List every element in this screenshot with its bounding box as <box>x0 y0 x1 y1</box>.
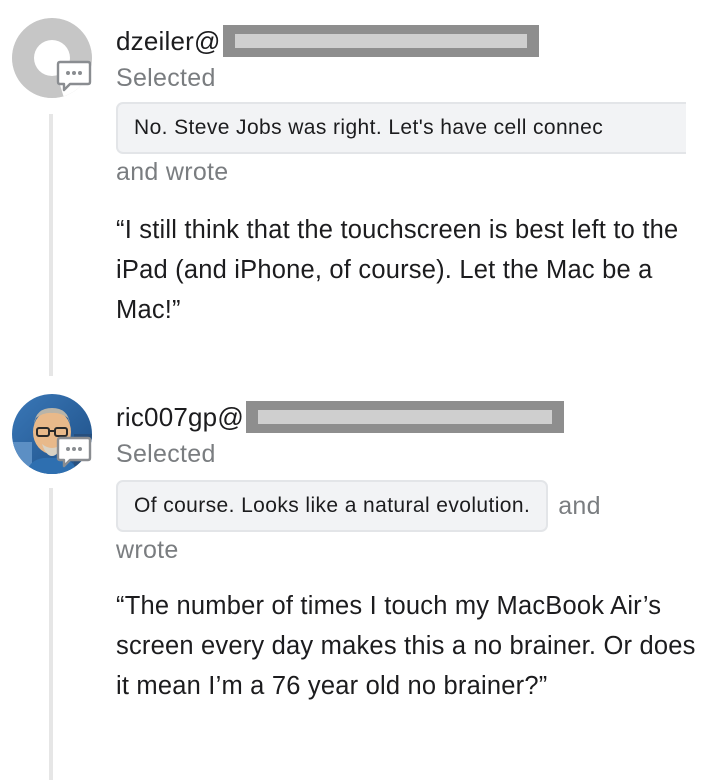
thread-line <box>49 488 53 780</box>
redacted-email <box>222 25 539 57</box>
comment-feed: dzeiler@ Selected No. Steve Jobs was rig… <box>0 0 722 780</box>
selected-label: Selected <box>116 440 216 468</box>
wrote-label: wrote <box>116 536 179 564</box>
username[interactable]: dzeiler@ <box>116 26 221 57</box>
comment-body: “I still think that the touchscreen is b… <box>116 216 679 324</box>
username[interactable]: ric007gp@ <box>116 402 244 433</box>
and-label: and <box>558 491 601 520</box>
comment-entry: ric007gp@ Selected Of course. Looks like… <box>0 376 722 780</box>
quoted-selection[interactable]: No. Steve Jobs was right. Let's have cel… <box>116 102 686 154</box>
speech-bubble-icon <box>56 60 92 92</box>
comment-body: “The number of times I touch my MacBook … <box>116 592 696 700</box>
username-row: ric007gp@ <box>116 400 564 434</box>
selected-label: Selected <box>116 64 216 92</box>
speech-bubble-icon <box>56 436 92 468</box>
comment-entry: dzeiler@ Selected No. Steve Jobs was rig… <box>0 0 722 376</box>
quoted-selection[interactable]: Of course. Looks like a natural evolutio… <box>116 480 549 532</box>
username-row: dzeiler@ <box>116 24 539 58</box>
thread-line <box>49 114 53 376</box>
and-wrote-label: and wrote <box>116 158 229 186</box>
redacted-email <box>245 401 564 433</box>
quoted-selection-line: Of course. Looks like a natural evolutio… <box>116 480 601 532</box>
